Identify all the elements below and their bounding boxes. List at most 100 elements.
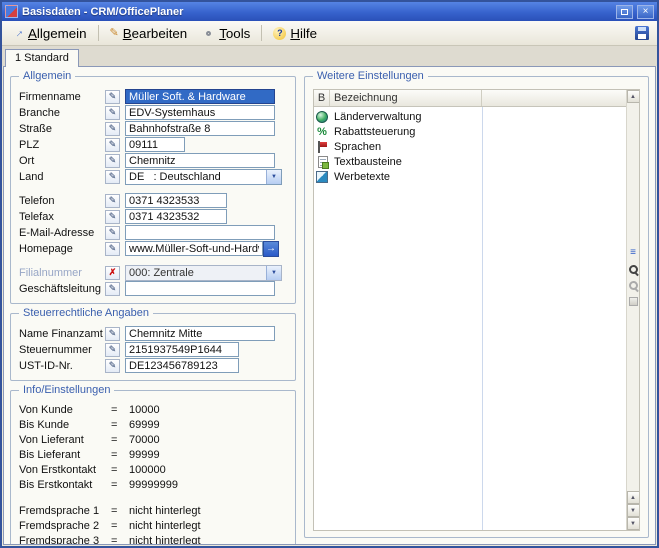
menu-icon: ≡ [630, 248, 636, 258]
delete-field-button[interactable]: ✗ [105, 266, 120, 280]
info-label: Von Erstkontakt [19, 464, 111, 476]
geschaeftsleitung-input[interactable] [125, 281, 275, 296]
pencil-icon: ✎ [109, 195, 117, 206]
settings-grid: B Bezeichnung Länderverwaltung % Rabatts… [313, 89, 640, 531]
column-header-b[interactable]: B [314, 90, 330, 106]
info-label: Von Kunde [19, 404, 111, 416]
field-row: Land ✎ DE : Deutschland ▼ [19, 169, 287, 184]
column-header-bezeichnung[interactable]: Bezeichnung [330, 90, 482, 106]
textblock-icon [318, 156, 328, 168]
prev-record-button[interactable]: ▲ [627, 491, 640, 504]
email-input[interactable] [125, 225, 275, 240]
edit-field-button[interactable]: ✎ [105, 210, 120, 224]
close-icon: × [643, 6, 649, 17]
row-label: Länderverwaltung [330, 111, 421, 123]
equals-sign: = [111, 434, 129, 446]
groupbox-steuer: Steuerrechtliche Angaben Name Finanzamt … [10, 313, 296, 381]
equals-sign: = [111, 505, 129, 517]
info-value: 10000 [129, 404, 160, 416]
telefax-input[interactable] [125, 209, 227, 224]
edit-field-button[interactable]: ✎ [105, 226, 120, 240]
groupbox-weitere: Weitere Einstellungen B Bezeichnung Länd… [304, 76, 649, 538]
window-title: Basisdaten - CRM/OfficePlaner [22, 6, 612, 18]
grid-options-button[interactable] [627, 295, 640, 308]
field-label-email: E-Mail-Adresse [19, 227, 105, 239]
land-combobox[interactable]: DE : Deutschland ▼ [125, 169, 282, 185]
field-label-strasse: Straße [19, 123, 105, 135]
row-label: Werbetexte [330, 171, 390, 183]
filialnummer-combobox[interactable]: 000: Zentrale ▼ [125, 265, 282, 281]
finanzamt-input[interactable] [125, 326, 275, 341]
table-row[interactable]: Werbetexte [314, 169, 626, 184]
field-row: Name Finanzamt ✎ [19, 326, 287, 341]
ort-input[interactable] [125, 153, 275, 168]
edit-field-button[interactable]: ✎ [105, 242, 120, 256]
next-record-button[interactable]: ▼ [627, 504, 640, 517]
edit-field-button[interactable]: ✎ [105, 359, 120, 373]
strasse-input[interactable] [125, 121, 275, 136]
toolbar-separator [261, 25, 262, 41]
pencil-icon: ✎ [109, 227, 117, 238]
equals-sign: = [111, 419, 129, 431]
field-label-ustid: UST-ID-Nr. [19, 360, 105, 372]
plz-input[interactable] [125, 137, 185, 152]
table-row[interactable]: Sprachen [314, 139, 626, 154]
field-label-telefon: Telefon [19, 195, 105, 207]
homepage-input[interactable] [125, 241, 263, 256]
edit-field-button[interactable]: ✎ [105, 122, 120, 136]
firmenname-input[interactable] [125, 89, 275, 104]
table-row[interactable]: % Rabattsteuerung [314, 124, 626, 139]
groupbox-title: Steuerrechtliche Angaben [19, 307, 153, 319]
menu-button[interactable]: ≡ [627, 247, 640, 260]
save-button[interactable] [631, 23, 653, 43]
field-label-ort: Ort [19, 155, 105, 167]
table-row[interactable]: Länderverwaltung [314, 109, 626, 124]
chevron-down-icon[interactable]: ▼ [266, 170, 281, 184]
down-arrow-icon: ▼ [630, 519, 636, 529]
edit-field-button[interactable]: ✎ [105, 90, 120, 104]
search-disabled-button[interactable] [627, 279, 640, 292]
steuernummer-input[interactable] [125, 342, 239, 357]
scroll-down-button[interactable]: ▼ [627, 517, 640, 530]
chevron-down-icon[interactable]: ▼ [266, 266, 281, 280]
field-row: Branche ✎ [19, 105, 287, 120]
edit-field-button[interactable]: ✎ [105, 170, 120, 184]
table-row[interactable]: Textbausteine [314, 154, 626, 169]
open-homepage-button[interactable]: → [263, 241, 279, 257]
pencil-icon: ✎ [109, 91, 117, 102]
telefon-input[interactable] [125, 193, 227, 208]
equals-sign: = [111, 520, 129, 532]
branche-input[interactable] [125, 105, 275, 120]
field-label-finanzamt: Name Finanzamt [19, 328, 105, 340]
menu-tools-button[interactable]: Tools [195, 23, 257, 44]
equals-sign: = [111, 535, 129, 546]
edit-field-button[interactable]: ✎ [105, 138, 120, 152]
field-row: Firmenname ✎ [19, 89, 287, 104]
scroll-up-button[interactable]: ▲ [627, 90, 640, 103]
info-value: 70000 [129, 434, 160, 446]
menu-allgemein-button[interactable]: → Allgemein [6, 23, 94, 44]
edit-field-button[interactable]: ✎ [105, 282, 120, 296]
edit-field-button[interactable]: ✎ [105, 106, 120, 120]
field-label-steuernummer: Steuernummer [19, 344, 105, 356]
restore-button[interactable] [616, 5, 633, 19]
tab-standard[interactable]: 1 Standard [5, 49, 79, 67]
field-row: Telefax ✎ [19, 209, 287, 224]
edit-field-button[interactable]: ✎ [105, 343, 120, 357]
menu-bearbeiten-button[interactable]: ✎ Bearbeiten [103, 23, 195, 44]
pencil-icon: ✎ [109, 139, 117, 150]
edit-field-button[interactable]: ✎ [105, 154, 120, 168]
search-button[interactable] [627, 263, 640, 276]
edit-field-button[interactable]: ✎ [105, 194, 120, 208]
field-label-filialnummer: Filialnummer [19, 267, 105, 279]
grid-scrollbar[interactable]: ▲ ≡ ▲ ▼ ▼ [626, 90, 639, 530]
menu-hilfe-button[interactable]: ? Hilfe [266, 23, 324, 44]
titlebar: Basisdaten - CRM/OfficePlaner × [2, 2, 657, 21]
menu-tools-label: Tools [219, 26, 250, 41]
content-panel: Allgemein Firmenname ✎ Branche ✎ Straße … [3, 66, 656, 545]
field-row: Steuernummer ✎ [19, 342, 287, 357]
info-row: Bis Lieferant = 99999 [19, 448, 287, 461]
close-button[interactable]: × [637, 5, 654, 19]
edit-field-button[interactable]: ✎ [105, 327, 120, 341]
ustid-input[interactable] [125, 358, 239, 373]
